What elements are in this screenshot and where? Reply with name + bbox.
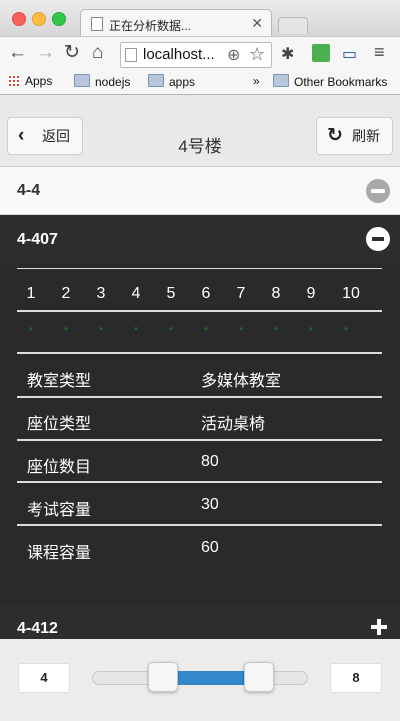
availability-mark: *	[28, 325, 34, 337]
week-range-footer: 4 8	[0, 639, 400, 721]
availability-mark: *	[203, 325, 209, 337]
refresh-button[interactable]: ↻ 刷新	[316, 117, 393, 155]
bookmark-label: nodejs	[95, 75, 131, 89]
window-titlebar: 正在分析数据... ✕	[0, 0, 400, 38]
divider	[17, 268, 382, 269]
divider	[17, 352, 382, 354]
bookmark-label: apps	[169, 75, 196, 89]
forward-arrow-icon[interactable]: →	[36, 43, 55, 63]
divider	[17, 524, 382, 526]
divider	[17, 481, 382, 483]
bookmark-nodejs[interactable]: nodejs	[74, 74, 130, 89]
range-min-input[interactable]: 4	[18, 663, 70, 693]
address-bar[interactable]: localhost... ⊕ ☆	[120, 42, 272, 68]
back-arrow-icon[interactable]: ←	[8, 43, 27, 63]
bookmark-apps[interactable]: Apps	[8, 74, 52, 88]
refresh-icon: ↻	[327, 125, 343, 146]
refresh-button-label: 刷新	[352, 128, 380, 144]
folder-icon	[148, 74, 164, 87]
bookmark-other[interactable]: Other Bookmarks	[273, 74, 387, 89]
browser-toolbar: ← → ↻ ⌂ localhost... ⊕ ☆ ✱ ▭ ≡	[0, 36, 400, 71]
app-page: ‹ 返回 4号楼 ↻ 刷新 4-4 4-407 1 2 3 4 5 6 7 8 …	[0, 95, 400, 721]
divider	[17, 396, 382, 398]
home-icon[interactable]: ⌂	[92, 43, 103, 63]
range-slider-max-handle[interactable]	[244, 662, 274, 692]
week-number: 7	[236, 285, 246, 302]
reload-icon[interactable]: ↻	[64, 43, 80, 63]
availability-mark: *	[98, 325, 104, 337]
detail-value: 80	[201, 453, 219, 470]
section-4-407-content: 1 2 3 4 5 6 7 8 9 10 * * * * * * * * * *…	[0, 263, 400, 605]
week-number: 10	[342, 285, 360, 302]
week-number: 5	[166, 285, 176, 302]
availability-mark: *	[343, 325, 349, 337]
page-icon	[125, 48, 137, 62]
expand-plus-icon[interactable]	[371, 619, 387, 635]
tab-close-icon[interactable]: ✕	[251, 15, 263, 32]
detail-value: 多媒体教室	[201, 373, 282, 390]
divider	[17, 439, 382, 441]
bookmark-label: Other Bookmarks	[294, 75, 388, 89]
section-4-4-header[interactable]: 4-4	[0, 167, 400, 215]
availability-mark: *	[238, 325, 244, 337]
week-number: 3	[96, 285, 106, 302]
folder-icon	[74, 74, 90, 87]
availability-mark: *	[63, 325, 69, 337]
tab-title: 正在分析数据...	[109, 19, 192, 33]
section-title: 4-407	[17, 231, 58, 248]
week-number: 8	[271, 285, 281, 302]
detail-key: 教室类型	[27, 373, 92, 390]
app-header: ‹ 返回 4号楼 ↻ 刷新	[0, 95, 400, 167]
week-number: 6	[201, 285, 211, 302]
print-extension-icon[interactable]	[312, 44, 330, 62]
detail-value: 活动桌椅	[201, 416, 266, 433]
range-max-input[interactable]: 8	[330, 663, 382, 693]
collapse-icon[interactable]	[366, 179, 390, 203]
bookmark-label: Apps	[25, 74, 53, 88]
url-text: localhost...	[143, 46, 215, 63]
week-number: 9	[306, 285, 316, 302]
bug-extension-icon[interactable]: ✱	[281, 44, 294, 64]
bookmarks-overflow[interactable]: »	[253, 74, 260, 88]
section-title: 4-412	[17, 620, 58, 637]
printer-icon[interactable]: ▭	[342, 44, 357, 64]
divider	[17, 310, 382, 312]
bookmark-star-icon[interactable]: ☆	[249, 44, 265, 65]
collapse-icon[interactable]	[366, 227, 390, 251]
availability-mark: *	[308, 325, 314, 337]
availability-mark: *	[133, 325, 139, 337]
week-number: 2	[61, 285, 71, 302]
folder-icon	[273, 74, 289, 87]
browser-tab[interactable]: 正在分析数据... ✕	[80, 9, 272, 38]
section-4-412-header[interactable]: 4-412	[0, 605, 400, 639]
page-icon	[91, 17, 103, 31]
availability-mark: *	[273, 325, 279, 337]
availability-mark: *	[168, 325, 174, 337]
detail-key: 考试容量	[27, 502, 92, 519]
zoom-icon[interactable]: ⊕	[227, 45, 240, 65]
section-title: 4-4	[17, 182, 41, 199]
apps-grid-icon	[8, 75, 20, 87]
detail-value: 60	[201, 539, 219, 556]
section-4-407-header[interactable]: 4-407	[0, 215, 400, 263]
week-number: 4	[131, 285, 141, 302]
close-window-button[interactable]	[12, 12, 26, 26]
detail-key: 座位类型	[27, 416, 92, 433]
week-number: 1	[26, 285, 36, 302]
detail-key: 座位数目	[27, 459, 92, 476]
zoom-window-button[interactable]	[52, 12, 66, 26]
range-slider-min-handle[interactable]	[148, 662, 178, 692]
range-slider-fill	[178, 671, 244, 685]
detail-value: 30	[201, 496, 219, 513]
bookmarks-bar: Apps nodejs apps » Other Bookmarks	[0, 70, 400, 95]
new-tab-button[interactable]	[278, 17, 308, 34]
detail-key: 课程容量	[27, 545, 92, 562]
bookmark-apps-folder[interactable]: apps	[148, 74, 195, 89]
minimize-window-button[interactable]	[32, 12, 46, 26]
menu-icon[interactable]: ≡	[374, 42, 385, 63]
